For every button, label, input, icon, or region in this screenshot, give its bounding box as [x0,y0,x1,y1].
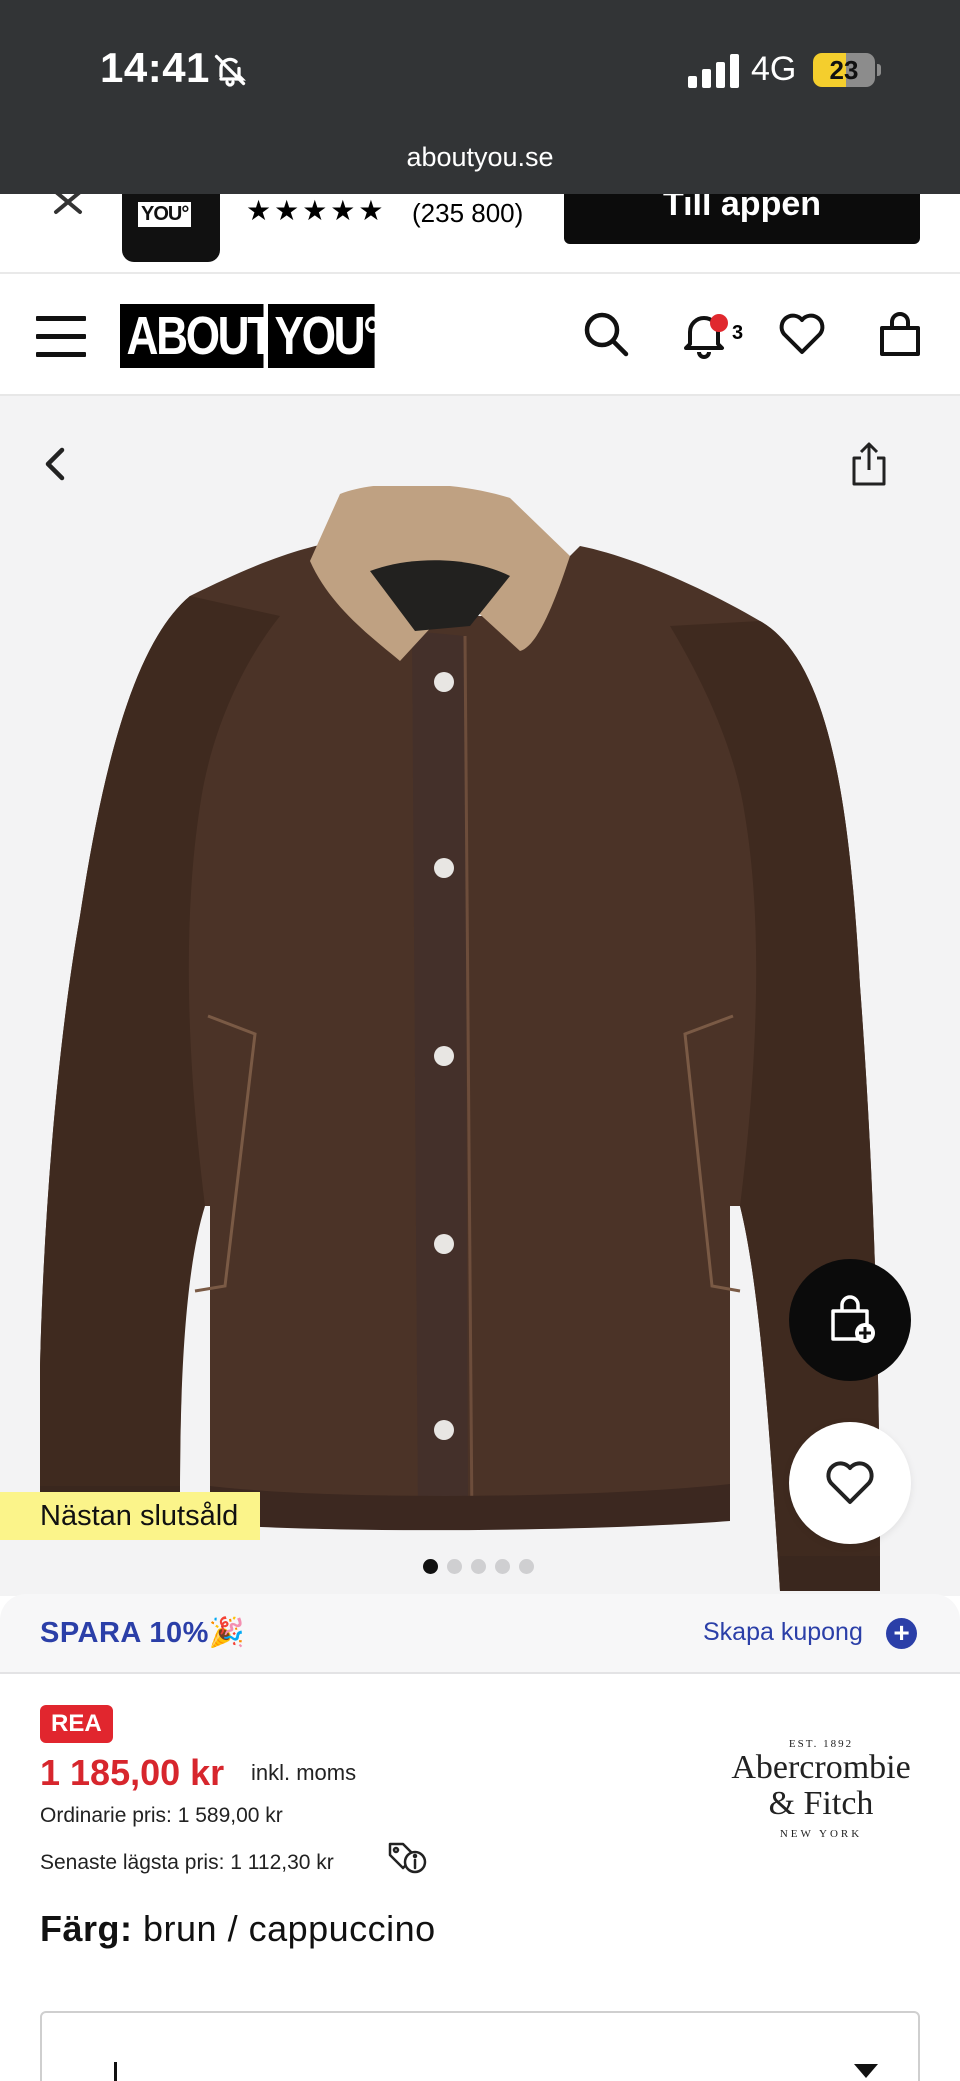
notification-count: 3 [732,322,744,344]
network-type: 4G [751,50,797,88]
sale-price: 1 185,00 kr [40,1752,225,1793]
color-value: brun / cappuccino [143,1908,436,1949]
bag-icon[interactable] [874,308,926,360]
rating-count: (235 800) [412,198,524,228]
brand-name-line2: & Fitch [768,1785,874,1822]
brand-name-line1: Abercrombie [731,1749,911,1786]
chevron-down-icon[interactable] [854,2064,878,2078]
plus-icon[interactable]: + [886,1618,917,1649]
ordinary-price: Ordinarie pris: 1 589,00 kr [40,1804,283,1827]
url-bar[interactable]: aboutyou.se [0,142,960,173]
create-coupon-link[interactable]: Skapa kupong [703,1618,863,1647]
vat-note: inkl. moms [251,1760,357,1785]
share-icon[interactable] [848,440,890,488]
product-image [40,486,880,1591]
battery-nub [877,64,881,76]
status-time: 14:41 [100,44,210,91]
coupon-offer: SPARA 10%🎉 [40,1617,246,1649]
app-banner: YOU° ★★★★★ (235 800) Till appen [0,194,960,272]
sale-badge: REA [40,1705,113,1743]
product-color: Färg: brun / cappuccino [40,1908,436,1950]
product-gallery[interactable]: Nästan slutsåld [0,396,960,1596]
open-app-button[interactable]: Till appen [564,194,920,244]
site-header: ABOUT YOU° 3 [0,274,960,396]
low-stock-badge: Nästan slutsåld [0,1492,261,1540]
price-info-icon[interactable] [387,1840,427,1876]
pagination-dot[interactable] [447,1559,462,1574]
size-select[interactable] [40,2011,920,2081]
color-label: Färg: [40,1908,133,1949]
about-you-logo[interactable]: ABOUT YOU° [120,304,398,368]
brand-logo[interactable]: EST. 1892 Abercrombie & Fitch NEW YORK [716,1738,926,1840]
add-to-bag-button[interactable] [789,1259,911,1381]
pagination-dot[interactable] [495,1559,510,1574]
pagination-dot[interactable] [423,1559,438,1574]
pagination-dot[interactable] [519,1559,534,1574]
brand-city: NEW YORK [779,1828,863,1840]
coupon-bar[interactable]: SPARA 10%🎉 Skapa kupong + [0,1594,960,1674]
back-arrow-icon[interactable] [38,446,74,482]
wishlist-button[interactable] [789,1422,911,1544]
notification-dot [710,314,728,332]
pagination-dot[interactable] [471,1559,486,1574]
bag-plus-icon [831,1295,875,1343]
app-logo: YOU° [122,194,220,262]
close-icon[interactable] [50,194,90,220]
heart-icon[interactable] [776,308,828,360]
bell-slash-icon [214,54,246,87]
select-cursor [114,2062,117,2081]
search-icon[interactable] [580,308,632,360]
status-bar: 14:41 4G 23 aboutyou.se [0,0,960,194]
heart-icon [826,1461,874,1504]
menu-icon[interactable] [36,316,86,358]
rating-stars: ★★★★★ [246,195,387,226]
signal-icon [688,54,739,88]
lowest-price: Senaste lägsta pris: 1 112,30 kr [40,1851,334,1874]
battery-level: 23 [829,55,859,85]
gallery-pagination[interactable] [423,1559,534,1574]
